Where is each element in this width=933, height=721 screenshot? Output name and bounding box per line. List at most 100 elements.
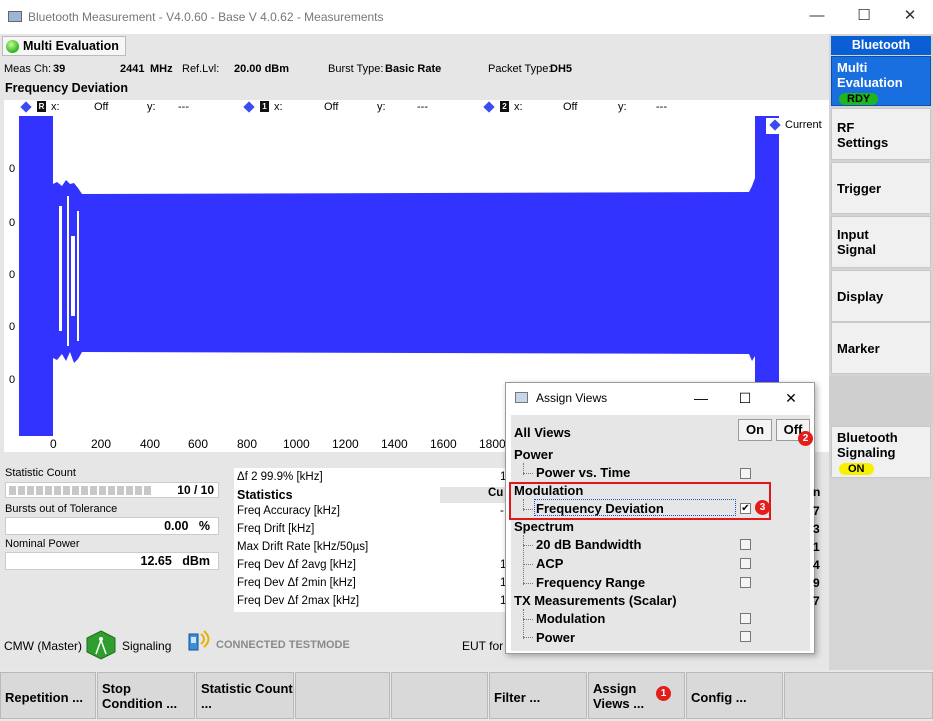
maximize-button[interactable]: ☐	[849, 5, 879, 29]
item-20db-bandwidth[interactable]: 20 dB Bandwidth	[536, 537, 641, 552]
sidebar-item-label: Input Signal	[837, 227, 877, 257]
sidebar-item-bluetooth-signaling[interactable]: Bluetooth Signaling ON	[831, 426, 931, 478]
checkbox-tx-power[interactable]	[740, 631, 751, 642]
y-tick-label: 0	[9, 321, 16, 333]
x-tick-label: 800	[237, 437, 258, 451]
app-icon	[8, 11, 22, 22]
item-tx-power[interactable]: Power	[536, 630, 575, 645]
marker-flag-icon: 2	[500, 101, 509, 112]
progress-segment	[18, 486, 25, 495]
tree-line	[523, 564, 533, 565]
softkey-empty-3[interactable]	[784, 672, 933, 719]
item-acp[interactable]: ACP	[536, 556, 563, 571]
tab-multi-evaluation[interactable]: Multi Evaluation	[2, 36, 126, 56]
filter-button[interactable]: Filter ...	[489, 672, 587, 719]
sidebar-empty	[829, 480, 933, 670]
ref-lvl-value: 20.00 dBm	[234, 63, 290, 75]
section-title: Frequency Deviation	[5, 81, 128, 95]
dialog-minimize-button[interactable]: —	[688, 387, 714, 409]
checkbox-power-vs-time[interactable]	[740, 468, 751, 479]
title-bar: Bluetooth Measurement - V4.0.60 - Base V…	[0, 0, 933, 34]
annotation-badge-1: 1	[656, 686, 671, 701]
softkey-empty-1[interactable]	[295, 672, 390, 719]
table-header-row: Δf 2 99.9% [kHz]	[237, 471, 323, 483]
burst-type-label: Burst Type:	[328, 63, 384, 75]
marker-y-label: y:	[377, 101, 386, 113]
marker-y-value: ---	[417, 101, 428, 113]
dialog-app-icon	[515, 392, 528, 403]
progress-segment	[9, 486, 16, 495]
table-row: Freq Dev Δf 2max [kHz]	[237, 595, 360, 607]
progress-segment	[99, 486, 106, 495]
checkbox-acp[interactable]	[740, 558, 751, 569]
x-tick-label: 0	[50, 437, 57, 451]
dialog-title: Assign Views	[536, 391, 608, 405]
burst-type-value: Basic Rate	[385, 63, 442, 75]
sidebar-spacer	[829, 376, 933, 426]
packet-type-value: DH5	[550, 63, 573, 75]
y-tick-label: 0	[9, 163, 16, 175]
tree-line	[523, 609, 524, 639]
all-views-label: All Views	[514, 425, 571, 440]
statistics-label: Statistics	[237, 488, 293, 502]
statistic-count-button[interactable]: Statistic Count ...	[196, 672, 294, 719]
stop-condition-button[interactable]: Stop Condition ...	[97, 672, 195, 719]
cmw-master-label: CMW (Master)	[4, 639, 82, 653]
marker-x-label: x:	[274, 101, 283, 113]
checkbox-tx-modulation[interactable]	[740, 613, 751, 624]
dialog-maximize-button[interactable]: ☐	[732, 387, 758, 409]
repetition-button[interactable]: Repetition ...	[0, 672, 96, 719]
marker-x-label: x:	[514, 101, 523, 113]
freq-unit: MHz	[150, 63, 173, 75]
config-button[interactable]: Config ...	[686, 672, 783, 719]
softkey-empty-2[interactable]	[391, 672, 488, 719]
sidebar-item-display[interactable]: Display	[831, 270, 931, 322]
signaling-tower-icon	[86, 630, 116, 660]
nominal-power-unit: dBm	[182, 554, 210, 568]
marker-flag-icon: 1	[260, 101, 269, 112]
item-power-vs-time[interactable]: Power vs. Time	[536, 465, 630, 480]
sidebar-item-trigger[interactable]: Trigger	[831, 162, 931, 214]
statistic-count-progress: 10 / 10	[5, 482, 219, 498]
item-frequency-range[interactable]: Frequency Range	[536, 575, 645, 590]
sidebar-item-multi-evaluation[interactable]: Multi Evaluation RDY	[831, 56, 931, 106]
x-tick-label: 1600	[430, 437, 457, 451]
item-tx-modulation[interactable]: Modulation	[536, 611, 605, 626]
x-tick-label: 1400	[381, 437, 408, 451]
table-row: Freq Accuracy [kHz]	[237, 505, 340, 517]
progress-segment	[72, 486, 79, 495]
sidebar-item-label: RF Settings	[837, 120, 889, 150]
marker-x-value: Off	[563, 101, 578, 113]
sidebar-item-input-signal[interactable]: Input Signal	[831, 216, 931, 268]
table-cell: -	[500, 505, 504, 517]
sidebar-item-label: Trigger	[837, 181, 882, 196]
progress-segment	[36, 486, 43, 495]
marker-bar: R x: Off y: --- 1 x: Off y: --- 2 x: Off…	[4, 100, 829, 116]
annotation-badge-3: 3	[755, 500, 770, 515]
statistic-count-label: Statistic Count	[5, 467, 76, 479]
marker-diamond-icon	[20, 101, 32, 113]
progress-segment	[126, 486, 133, 495]
table-row: Freq Dev Δf 2min [kHz]	[237, 577, 356, 589]
progress-segment	[90, 486, 97, 495]
right-column-value: 7	[813, 594, 820, 608]
x-tick-label: 400	[140, 437, 161, 451]
tree-line	[523, 535, 524, 585]
legend: Current	[766, 118, 824, 134]
group-tx-scalar: TX Measurements (Scalar)	[514, 593, 677, 608]
x-tick-label: 1800	[479, 437, 506, 451]
sidebar-item-rf-settings[interactable]: RF Settings	[831, 108, 931, 160]
nominal-power-value: 12.65	[140, 554, 172, 568]
checkbox-20db-bandwidth[interactable]	[740, 539, 751, 550]
dialog-close-button[interactable]: ✕	[778, 387, 804, 409]
tree-line	[523, 473, 533, 474]
checkbox-frequency-range[interactable]	[740, 577, 751, 588]
connected-testmode-label: CONNECTED TESTMODE	[216, 639, 350, 651]
close-button[interactable]: ✕	[895, 5, 925, 29]
sidebar-item-marker[interactable]: Marker	[831, 322, 931, 374]
sidebar-item-label: Multi Evaluation	[837, 60, 903, 90]
current-column-header: Cu	[440, 487, 506, 503]
on-button[interactable]: On	[738, 419, 772, 441]
minimize-button[interactable]: —	[802, 5, 832, 29]
table-row: Freq Dev Δf 2avg [kHz]	[237, 559, 356, 571]
